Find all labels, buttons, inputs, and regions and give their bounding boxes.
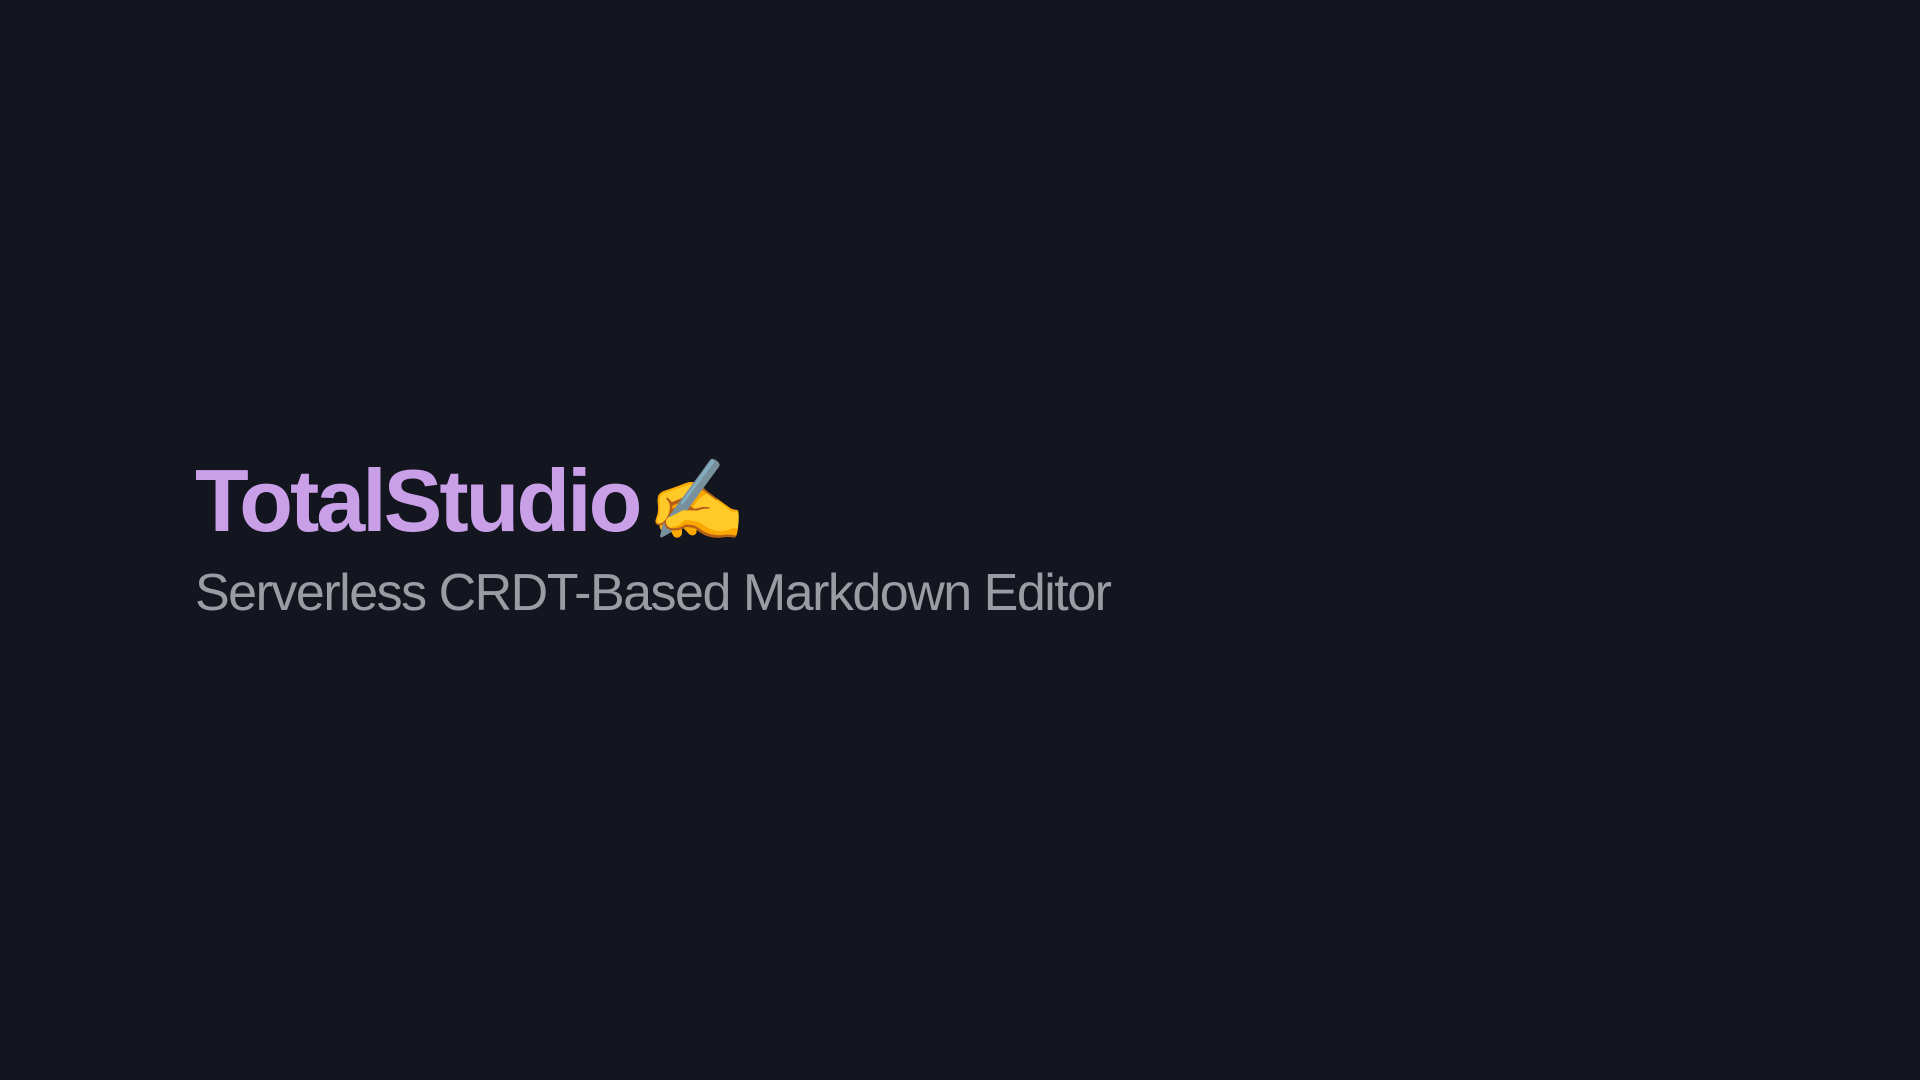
hero-subtitle: Serverless CRDT-Based Markdown Editor [195,563,1920,623]
hero-title: TotalStudio [195,457,639,545]
hero-title-row: TotalStudio ✍️ [195,457,1920,545]
writing-hand-icon: ✍️ [647,461,747,541]
